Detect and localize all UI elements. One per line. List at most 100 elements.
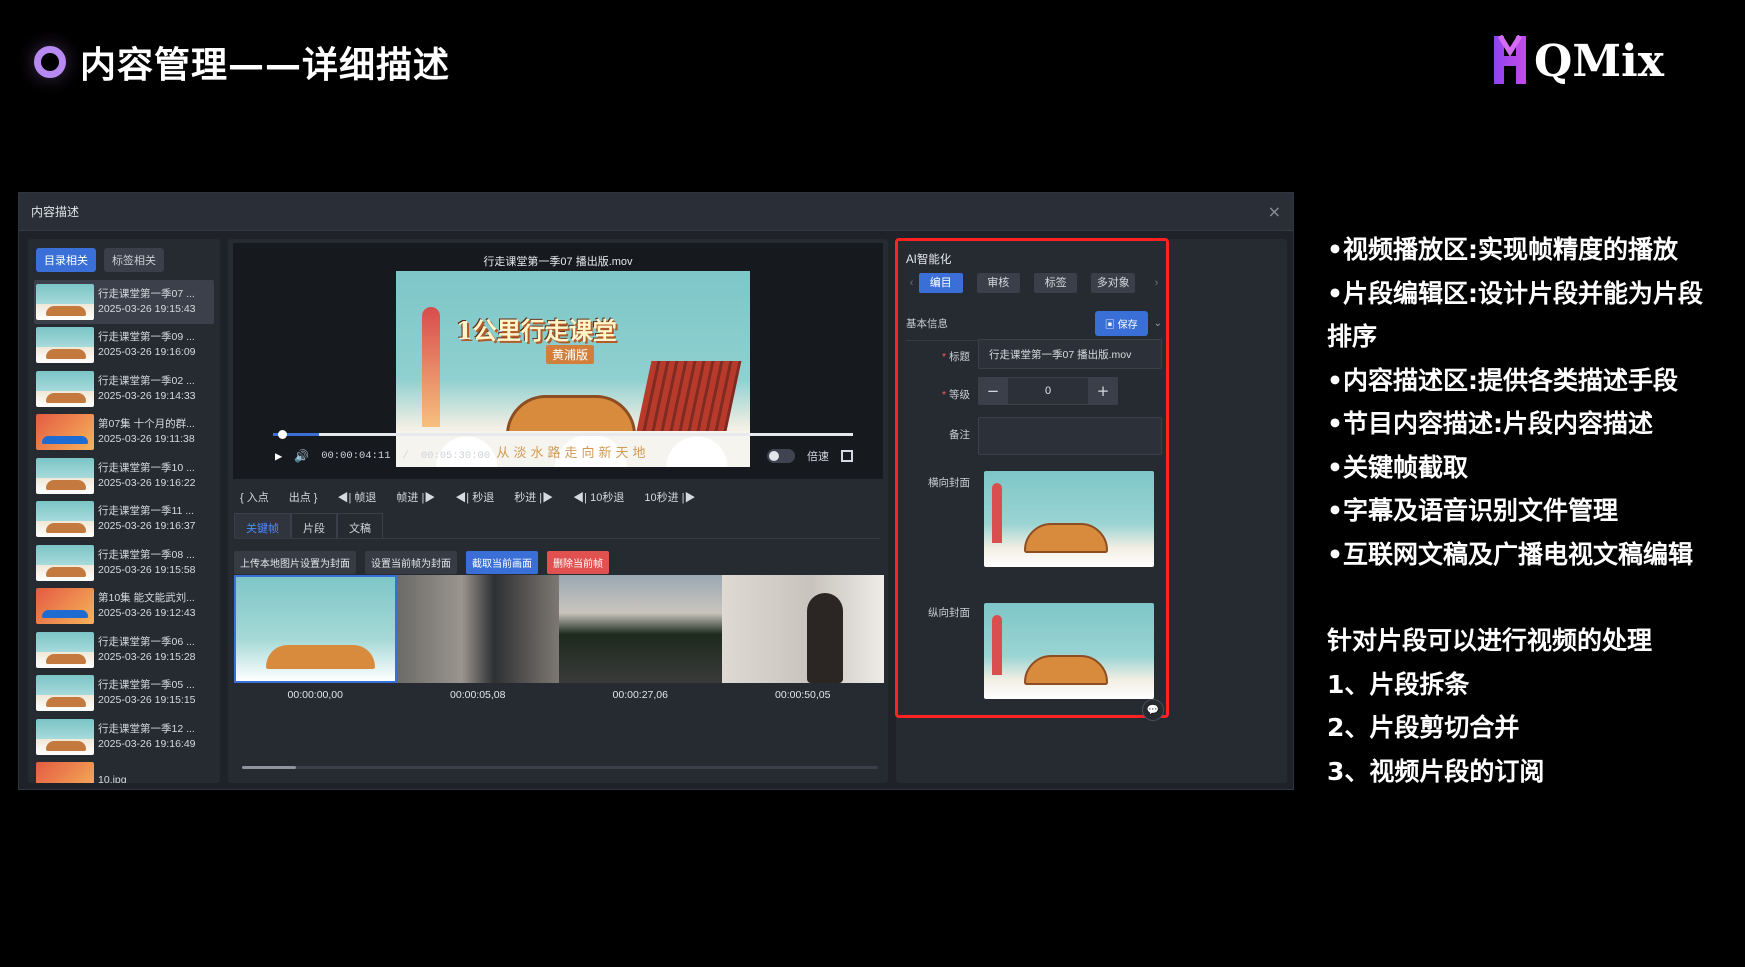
- tab-keyframes[interactable]: 关键帧: [234, 513, 291, 538]
- list-item[interactable]: 行走课堂第一季11 ... 2025-03-26 19:16:37: [34, 498, 214, 542]
- keyframe-thumbnail[interactable]: [396, 575, 559, 683]
- note-line: •关键帧截取: [1327, 452, 1468, 482]
- tab-tags[interactable]: 标签相关: [104, 248, 164, 272]
- item-time: 2025-03-26 19:15:28: [98, 650, 196, 663]
- second-forward-button[interactable]: 秒进 |▶: [514, 489, 553, 505]
- tower-illustration: [422, 307, 440, 427]
- note-line: •字幕及语音识别文件管理: [1327, 496, 1618, 525]
- item-time: 2025-03-26 19:14:33: [98, 389, 196, 402]
- set-frame-cover-button[interactable]: 设置当前帧为封面: [365, 551, 457, 574]
- speed-toggle[interactable]: [767, 449, 795, 463]
- keyframe-thumbnail[interactable]: [234, 575, 397, 683]
- keyframe-time: 00:00:50,05: [775, 689, 831, 701]
- upload-cover-button[interactable]: 上传本地图片设置为封面: [234, 551, 356, 574]
- list-item[interactable]: 行走课堂第一季02 ... 2025-03-26 19:14:33: [34, 367, 214, 411]
- keyframe-scrollbar[interactable]: [242, 766, 878, 769]
- close-icon[interactable]: ×: [1268, 202, 1281, 221]
- save-button[interactable]: ▣ 保存: [1094, 311, 1148, 336]
- play-icon[interactable]: ▶: [275, 449, 282, 464]
- level-value[interactable]: 0: [1008, 377, 1088, 405]
- plus-icon[interactable]: +: [1088, 377, 1118, 405]
- item-time: 2025-03-26 19:12:43: [98, 607, 196, 620]
- level-stepper[interactable]: − 0 +: [978, 377, 1118, 405]
- title-field[interactable]: 行走课堂第一季07 播出版.mov: [978, 339, 1162, 369]
- item-time: 2025-03-26 19:15:58: [98, 563, 196, 576]
- save-icon: ▣: [1104, 320, 1118, 331]
- item-title: 行走课堂第一季08 ...: [98, 548, 195, 561]
- delete-frame-button[interactable]: 删除当前帧: [547, 551, 609, 574]
- tab-script[interactable]: 文稿: [337, 513, 383, 538]
- list-item[interactable]: 行走课堂第一季05 ... 2025-03-26 19:15:15: [34, 672, 214, 716]
- ai-panel-title: AI智能化: [906, 254, 952, 266]
- time-total: 00:05:30:00: [420, 450, 491, 462]
- tab-clips[interactable]: 片段: [291, 513, 337, 538]
- ai-panel: AI智能化 ‹ 编目 审核 标签 多对象 › 基本信息 ▣ 保存 ⌄ 标题 行走…: [895, 238, 1287, 783]
- list-item[interactable]: 行走课堂第一季12 ... 2025-03-26 19:16:49: [34, 715, 214, 759]
- video-frame[interactable]: 1公里行走课堂 黄浦版 从淡水路走向新天地: [396, 271, 750, 467]
- item-title: 10.jpg: [98, 773, 127, 783]
- item-time: 2025-03-26 19:16:49: [98, 737, 196, 750]
- chevron-left-icon[interactable]: ‹: [904, 277, 919, 289]
- frame-title-text: 1公里行走课堂: [456, 316, 617, 345]
- keyframe-thumbnail[interactable]: [559, 575, 722, 683]
- list-item[interactable]: 10.jpg: [34, 759, 214, 783]
- thumbnail: [36, 544, 94, 581]
- tab-review[interactable]: 审核: [976, 273, 1020, 293]
- thumbnail: [36, 631, 94, 668]
- thumbnail: [36, 283, 94, 320]
- list-item[interactable]: 行走课堂第一季09 ... 2025-03-26 19:16:09: [34, 324, 214, 368]
- highlight-frame: AI智能化 ‹ 编目 审核 标签 多对象 › 基本信息 ▣ 保存 ⌄ 标题 行走…: [895, 238, 1169, 721]
- ten-second-forward-button[interactable]: 10秒进 |▶: [644, 489, 695, 505]
- tab-labels[interactable]: 标签: [1033, 273, 1078, 293]
- thumbnail: [36, 675, 94, 712]
- chevron-down-icon[interactable]: ⌄: [1154, 318, 1162, 329]
- tab-cataloging[interactable]: 编目: [919, 273, 963, 293]
- keyframe-thumbnail[interactable]: [721, 575, 884, 683]
- item-title: 行走课堂第一季06 ...: [98, 635, 195, 648]
- list-item[interactable]: 行走课堂第一季07 ... 2025-03-26 19:15:43: [34, 280, 214, 324]
- time-current: 00:00:04:11: [321, 450, 391, 462]
- frame-forward-button[interactable]: 帧进 |▶: [396, 489, 435, 505]
- chevron-right-icon[interactable]: ›: [1149, 277, 1164, 289]
- video-player[interactable]: 行走课堂第一季07 播出版.mov 1公里行走课堂 黄浦版 从淡水路走向新天地 …: [233, 243, 883, 479]
- section-label: 基本信息: [906, 318, 948, 330]
- item-time: 2025-03-26 19:15:43: [98, 302, 196, 315]
- vertical-cover-image[interactable]: [984, 603, 1154, 699]
- note-textarea[interactable]: [978, 417, 1162, 455]
- list-item[interactable]: 第07集 十个月的群... 2025-03-26 19:11:38: [34, 411, 214, 455]
- ten-second-back-button[interactable]: ◀| 10秒退: [573, 489, 624, 505]
- tab-multi-object[interactable]: 多对象: [1091, 273, 1135, 293]
- pavilion-illustration: [636, 361, 742, 431]
- tab-catalog[interactable]: 目录相关: [36, 248, 96, 272]
- horizontal-cover-image[interactable]: [984, 471, 1154, 567]
- mark-in-button[interactable]: { 入点: [240, 489, 269, 505]
- second-back-button[interactable]: ◀| 秒退: [455, 489, 494, 505]
- item-title: 行走课堂第一季07 ...: [98, 287, 195, 300]
- chat-icon[interactable]: 💬: [1142, 699, 1164, 721]
- fullscreen-icon[interactable]: [841, 450, 853, 462]
- qmix-logo: QMix: [1494, 34, 1665, 87]
- frame-back-button[interactable]: ◀| 帧退: [337, 489, 376, 505]
- playback-progress-bar[interactable]: [273, 430, 853, 439]
- note-line: •片段编辑区:设计片段并能为片段排序: [1327, 278, 1703, 352]
- thumbnail: [36, 501, 94, 538]
- mark-out-button[interactable]: 出点 }: [289, 489, 318, 505]
- volume-icon[interactable]: 🔊: [294, 449, 309, 464]
- item-title: 行走课堂第一季11 ...: [98, 505, 195, 518]
- list-item[interactable]: 行走课堂第一季08 ... 2025-03-26 19:15:58: [34, 541, 214, 585]
- player-controls: ▶ 🔊 00:00:04:11 / 00:05:30:00 倍速: [275, 447, 853, 465]
- list-item[interactable]: 行走课堂第一季10 ... 2025-03-26 19:16:22: [34, 454, 214, 498]
- list-item[interactable]: 第10集 能文能武刘... 2025-03-26 19:12:43: [34, 585, 214, 629]
- slide-header: 内容管理——详细描述: [34, 36, 450, 88]
- capture-frame-button[interactable]: 截取当前画面: [466, 551, 538, 574]
- content-tabs: 关键帧 片段 文稿: [234, 513, 880, 539]
- item-time: 2025-03-26 19:16:09: [98, 346, 196, 359]
- progress-knob[interactable]: [278, 430, 287, 439]
- note-line: 2、片段剪切合并: [1327, 713, 1520, 742]
- level-field-label: 等级: [898, 387, 970, 402]
- minus-icon[interactable]: −: [978, 377, 1008, 405]
- thumbnail: [36, 588, 94, 625]
- scrollbar-thumb[interactable]: [242, 766, 296, 769]
- time-separator: /: [402, 450, 409, 462]
- list-item[interactable]: 行走课堂第一季06 ... 2025-03-26 19:15:28: [34, 628, 214, 672]
